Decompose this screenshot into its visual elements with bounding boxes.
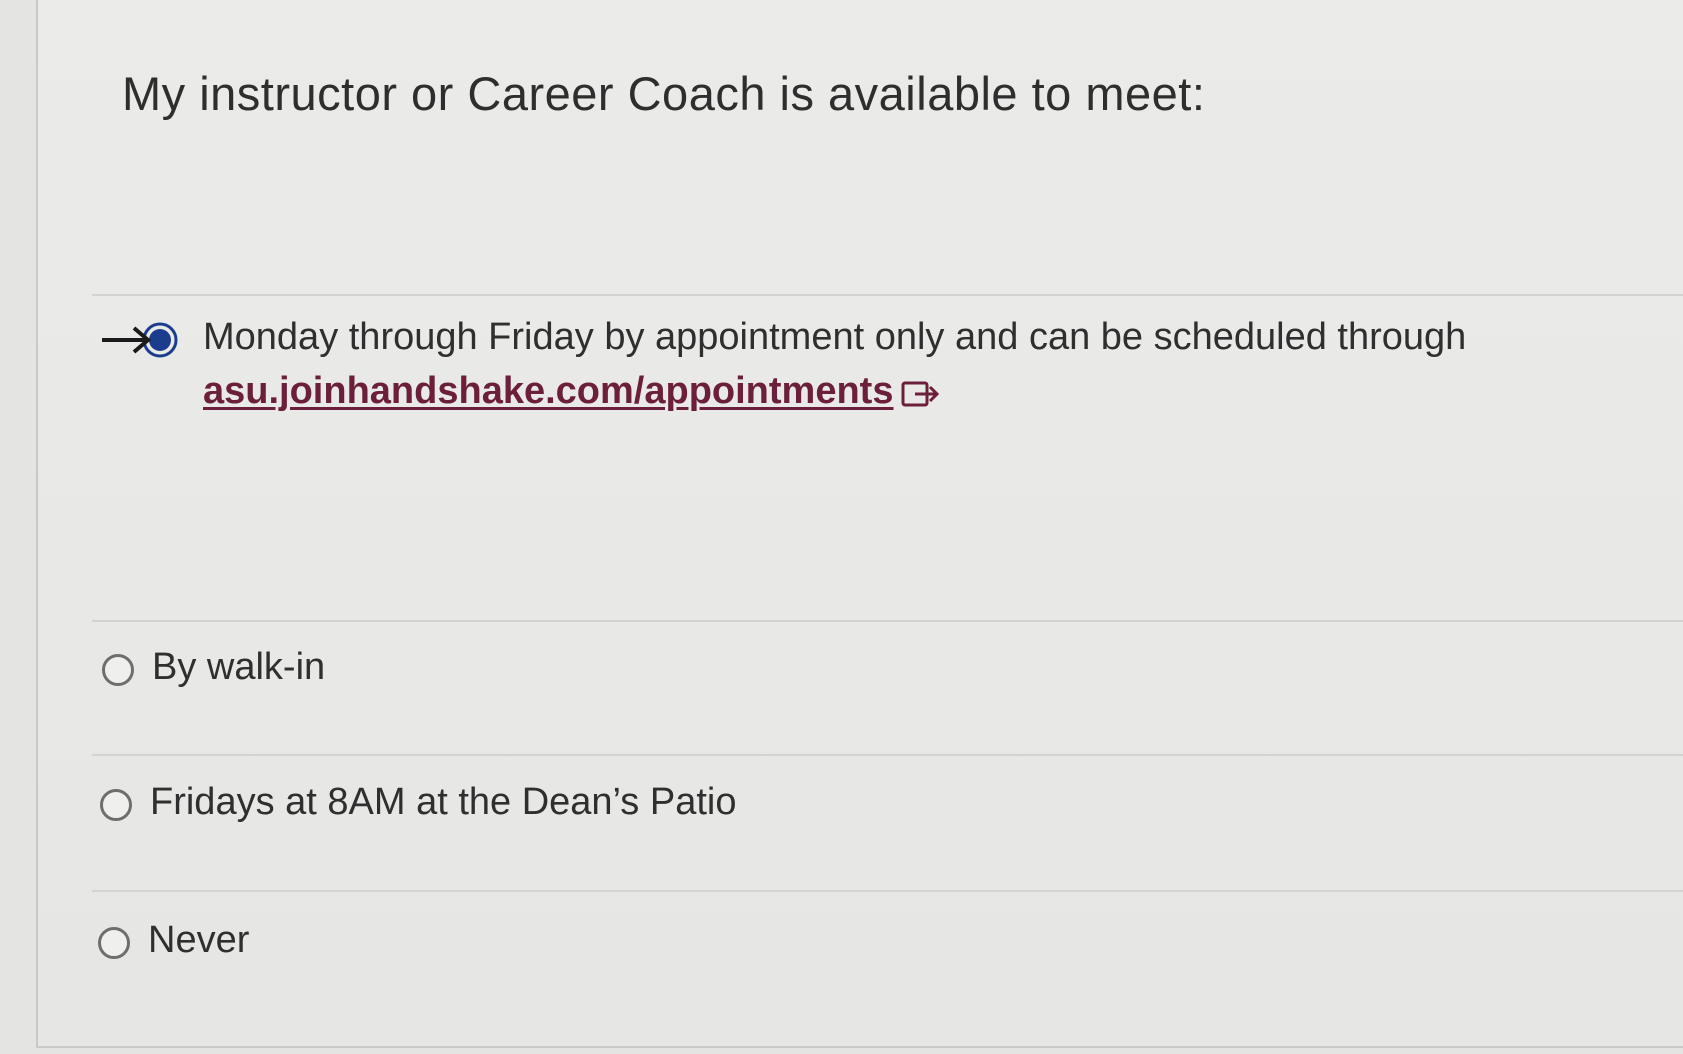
appointments-link[interactable]: asu.joinhandshake.com/appointments: [203, 370, 893, 412]
answer-option-1-label: Monday through Friday by appointment onl…: [203, 310, 1603, 418]
answer-option-4-radio[interactable]: [98, 927, 130, 959]
answer-option-1-text: Monday through Friday by appointment onl…: [203, 316, 1467, 358]
external-link-icon[interactable]: [901, 370, 941, 407]
answer-option-2-radio[interactable]: [102, 654, 134, 686]
answer-divider: [92, 754, 1683, 756]
answer-option-2-text: By walk-in: [152, 646, 326, 688]
answer-divider: [92, 890, 1683, 892]
answer-option-1[interactable]: Monday through Friday by appointment onl…: [96, 310, 1656, 420]
answer-option-4-text: Never: [148, 919, 250, 961]
answer-divider: [92, 620, 1683, 622]
answer-option-3-text: Fridays at 8AM at the Dean’s Patio: [150, 781, 737, 823]
answer-option-2[interactable]: By walk-in: [96, 640, 1656, 700]
answer-option-3-radio[interactable]: [100, 789, 132, 821]
answer-divider: [92, 294, 1683, 296]
quiz-question-panel: My instructor or Career Coach is availab…: [36, 0, 1683, 1048]
question-prompt: My instructor or Career Coach is availab…: [122, 67, 1206, 120]
answer-option-4[interactable]: Never: [96, 913, 1656, 973]
answer-option-3[interactable]: Fridays at 8AM at the Dean’s Patio: [96, 775, 1656, 835]
